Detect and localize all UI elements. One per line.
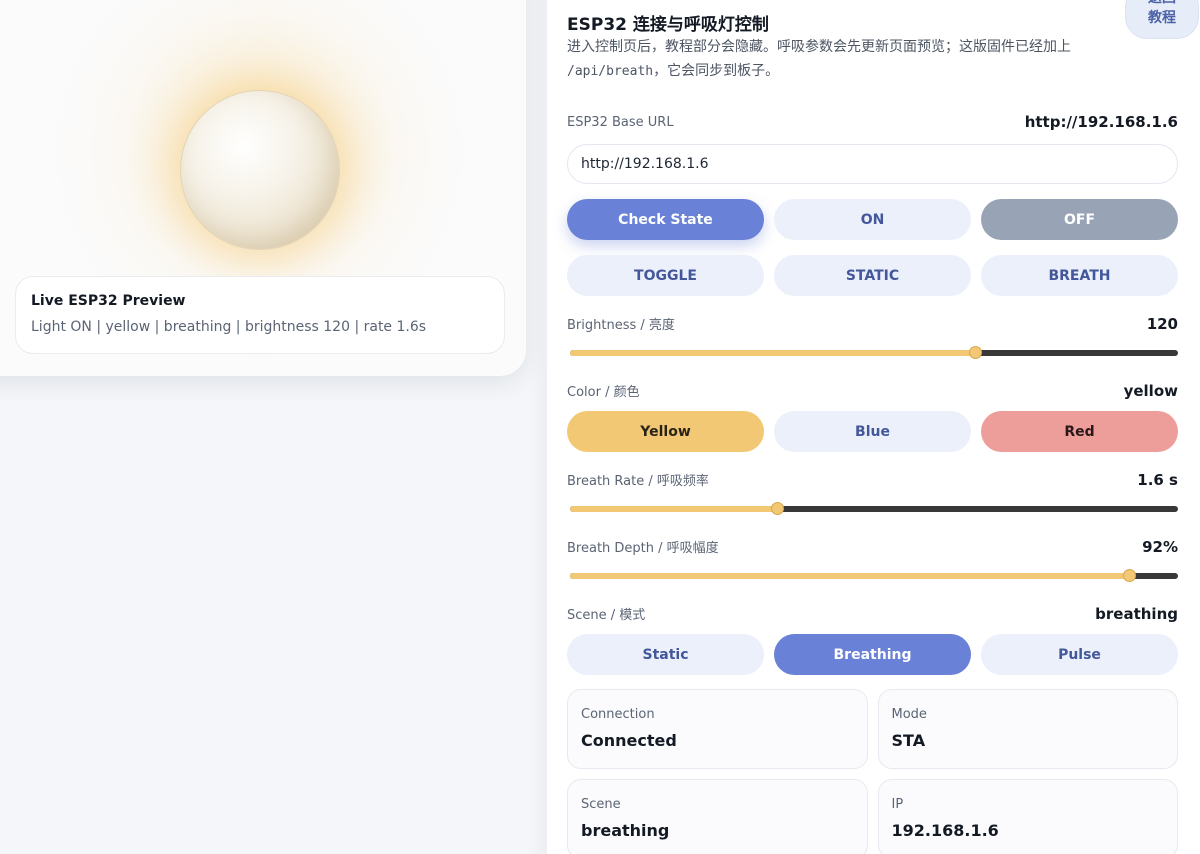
scene-card: Scene breathing [567,779,868,854]
connection-label: Connection [581,707,655,722]
breath-depth-label: Breath Depth / 呼吸幅度 [567,541,719,556]
breath-rate-slider-thumb[interactable] [770,502,784,515]
scene-card-value: breathing [581,821,670,840]
color-label: Color / 颜色 [567,385,640,400]
mode-card: Mode STA [877,689,1178,769]
on-button[interactable]: ON [774,199,971,240]
ip-value: 192.168.1.6 [891,821,999,840]
brightness-row: Brightness / 亮度 120 [567,314,1178,334]
toggle-button[interactable]: TOGGLE [567,255,764,296]
color-blue-button[interactable]: Blue [774,411,971,452]
brightness-label: Brightness / 亮度 [567,318,675,333]
breath-depth-slider-fill [570,573,1130,579]
base-url-row: ESP32 Base URL http://192.168.1.6 [567,113,1178,131]
back-tutorial-line2: 教程 [1148,10,1176,26]
breath-rate-label: Breath Rate / 呼吸频率 [567,474,709,489]
color-yellow-button[interactable]: Yellow [567,411,764,452]
base-url-input[interactable] [567,144,1178,184]
scene-row: Scene / 模式 breathing [567,604,1178,624]
brightness-slider-thumb[interactable] [969,346,983,359]
page-description: 进入控制页后，教程部分会隐藏。呼吸参数会先更新页面预览；这版固件已经加上 /ap… [567,35,1097,84]
breath-depth-row: Breath Depth / 呼吸幅度 92% [567,537,1178,557]
desc-code: /api/breath [567,64,654,79]
base-url-label: ESP32 Base URL [567,114,674,130]
brightness-slider-fill [570,350,976,356]
desc-text-2: ，它会同步到板子。 [653,63,780,79]
scene-buttons: Static Breathing Pulse [567,634,1178,675]
back-tutorial-line1: 返回 [1148,0,1176,8]
breath-rate-value: 1.6 s [1137,470,1178,489]
connection-card: Connection Connected [567,689,868,769]
breath-rate-slider[interactable] [570,502,1178,515]
mode-value: STA [891,731,926,750]
scene-pulse-button[interactable]: Pulse [981,634,1178,675]
back-to-tutorial-button[interactable]: 返回 教程 [1125,0,1199,39]
action-row-2: TOGGLE STATIC BREATH [567,255,1178,296]
breath-depth-slider[interactable] [570,569,1178,582]
preview-card: Live ESP32 Preview Light ON | yellow | b… [0,0,526,376]
check-state-button[interactable]: Check State [567,199,764,240]
static-button[interactable]: STATIC [774,255,971,296]
color-red-button[interactable]: Red [981,411,1178,452]
preview-title: Live ESP32 Preview [31,293,186,309]
breath-rate-row: Breath Rate / 呼吸频率 1.6 s [567,470,1178,490]
scene-value: breathing [1095,604,1178,623]
connection-value: Connected [581,731,677,750]
scene-breathing-button[interactable]: Breathing [774,634,971,675]
breath-depth-value: 92% [1142,537,1178,556]
scene-static-button[interactable]: Static [567,634,764,675]
scene-card-label: Scene [581,797,621,812]
color-row: Color / 颜色 yellow [567,381,1178,401]
breath-rate-slider-fill [570,506,777,512]
base-url-current: http://192.168.1.6 [1024,113,1178,131]
brightness-slider[interactable] [570,346,1178,359]
preview-info-box: Live ESP32 Preview Light ON | yellow | b… [15,276,505,354]
page-title: ESP32 连接与呼吸灯控制 [567,15,769,35]
control-panel: 返回 教程 ESP32 连接与呼吸灯控制 进入控制页后，教程部分会隐藏。呼吸参数… [547,0,1200,854]
brightness-value: 120 [1146,314,1178,333]
color-value: yellow [1123,381,1178,400]
ip-label: IP [891,797,904,812]
mode-label: Mode [891,707,927,722]
ip-card: IP 192.168.1.6 [877,779,1178,854]
preview-status-text: Light ON | yellow | breathing | brightne… [31,319,427,335]
action-row-1: Check State ON OFF [567,199,1178,240]
off-button[interactable]: OFF [981,199,1178,240]
color-buttons: Yellow Blue Red [567,411,1178,452]
light-bulb-preview [180,90,340,250]
breath-depth-slider-thumb[interactable] [1123,569,1137,582]
desc-text-1: 进入控制页后，教程部分会隐藏。呼吸参数会先更新页面预览；这版固件已经加上 [567,39,1071,55]
status-grid: Connection Connected Mode STA Scene brea… [567,689,1178,854]
breath-button[interactable]: BREATH [981,255,1178,296]
scene-label: Scene / 模式 [567,608,646,623]
